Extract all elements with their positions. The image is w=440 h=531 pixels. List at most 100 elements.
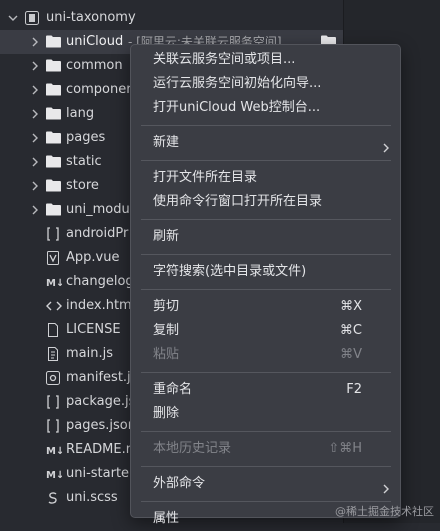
menu-item[interactable]: 刷新 [131,225,400,249]
menu-item-label: 删除 [153,406,180,421]
menu-item: 本地历史记录 ⇧⌘H [131,437,400,461]
menu-item-label: 复制 [153,323,180,338]
menu-item-label: 打开文件所在目录 [153,170,258,185]
tree-item-label: uni.scss [66,490,118,505]
tree-item-label: uni_modu [66,202,130,217]
menu-separator [141,372,391,373]
manifest-file-icon [46,371,60,385]
folder-icon [46,203,61,217]
chevron-right-icon[interactable] [30,85,40,95]
markdown-file-icon: M↓ [46,467,62,481]
menu-item-shortcut: ⌘X [340,299,362,314]
menu-item[interactable]: 剪切 ⌘X [131,295,400,319]
markdown-file-icon: M↓ [46,443,62,457]
tree-item-label: LICENSE [66,322,121,337]
chevron-right-icon[interactable] [30,133,40,143]
menu-separator [141,160,391,161]
chevron-down-icon[interactable] [8,13,18,23]
bracket-file-icon [46,419,60,433]
menu-item[interactable]: 复制 ⌘C [131,319,400,343]
bracket-file-icon [46,395,60,409]
chevron-right-icon[interactable] [30,157,40,167]
tree-item-label: pages.json [66,418,136,433]
menu-item-label: 剪切 [153,299,180,314]
tree-item-label: pages [66,130,106,145]
unicloud-label: uniCloud [66,34,124,49]
menu-item-label: 新建 [153,135,180,150]
menu-item-shortcut: F2 [346,382,362,397]
chevron-right-icon [382,479,390,503]
svg-text:M↓: M↓ [46,278,62,289]
chevron-right-icon[interactable] [30,181,40,191]
project-name: uni-taxonomy [46,10,136,25]
chevron-right-icon [382,138,390,162]
tree-item-label: README.m [66,442,139,457]
menu-item[interactable]: 运行云服务空间初始化向导... [131,72,400,96]
menu-item-shortcut: ⇧⌘H [328,441,362,456]
menu-item-label: 打开uniCloud Web控制台... [153,100,321,115]
menu-item-label: 运行云服务空间初始化向导... [153,76,322,91]
menu-item[interactable]: 打开文件所在目录 [131,166,400,190]
menu-item[interactable]: 字符搜索(选中目录或文件) [131,260,400,284]
menu-item-label: 刷新 [153,229,180,244]
menu-item[interactable]: 使用命令行窗口打开所在目录 [131,190,400,214]
tree-item-label: static [66,154,102,169]
menu-item-label: 外部命令 [153,476,206,491]
watermark: @稀土掘金技术社区 [335,505,434,518]
menu-item-label: 使用命令行窗口打开所在目录 [153,194,323,209]
tree-item-label: componer [66,82,132,97]
chevron-right-icon[interactable] [30,109,40,119]
menu-item[interactable]: 新建 [131,131,400,155]
tree-item-label: index.htm [66,298,132,313]
bracket-file-icon [46,227,60,241]
svg-text:M↓: M↓ [46,446,62,457]
folder-icon [46,83,61,97]
menu-item-label: 字符搜索(选中目录或文件) [153,264,307,279]
tree-item-label: main.js [66,346,113,361]
project-icon [25,11,39,25]
folder-icon [46,155,61,169]
folder-icon [46,179,61,193]
svg-text:M↓: M↓ [46,470,62,481]
menu-separator [141,289,391,290]
tree-item-label: package.js [66,394,136,409]
chevron-right-icon[interactable] [30,205,40,215]
tree-item-label: lang [66,106,95,121]
markdown-file-icon: M↓ [46,275,62,289]
menu-separator [141,254,391,255]
tree-item-label: changelog [66,274,134,289]
tree-item-label: manifest.j [66,370,131,385]
menu-item: 粘贴 ⌘V [131,343,400,367]
menu-item[interactable]: 重命名 F2 [131,378,400,402]
menu-item[interactable]: 删除 [131,402,400,426]
menu-separator [141,501,391,502]
menu-item-label: 属性 [153,511,180,526]
menu-separator [141,431,391,432]
chevron-right-icon[interactable] [30,37,40,47]
tree-item-label: App.vue [66,250,120,265]
js-file-icon [46,347,60,361]
tree-row-project-root[interactable]: uni-taxonomy [0,6,343,30]
folder-icon [46,35,61,49]
folder-icon [46,107,61,121]
tree-item-label: androidPr [66,226,129,241]
menu-item[interactable]: 外部命令 [131,472,400,496]
tree-item-label: uni-starte [66,466,130,481]
menu-item-shortcut: ⌘V [340,347,362,362]
menu-separator [141,466,391,467]
chevron-right-icon[interactable] [30,61,40,71]
menu-separator [141,219,391,220]
tree-item-label: store [66,178,99,193]
tree-item-label: common [66,58,123,73]
menu-item[interactable]: 关联云服务空间或项目... [131,48,400,72]
scss-file-icon [46,491,60,505]
folder-icon [46,59,61,73]
menu-item-label: 重命名 [153,382,193,397]
html-file-icon [46,299,62,313]
menu-item[interactable]: 打开uniCloud Web控制台... [131,96,400,120]
vue-file-icon [46,251,60,265]
menu-item-label: 关联云服务空间或项目... [153,52,296,67]
menu-item-shortcut: ⌘C [339,323,362,338]
text-file-icon [46,323,60,337]
folder-icon [46,131,61,145]
